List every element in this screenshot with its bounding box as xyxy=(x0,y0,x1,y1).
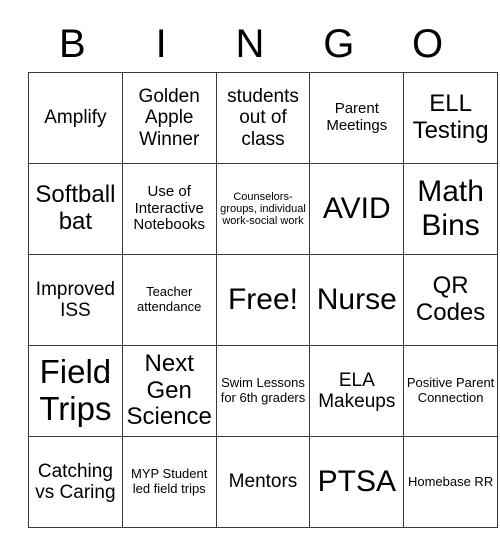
bingo-cell[interactable]: Counselors-groups, individual work-socia… xyxy=(215,163,311,255)
bingo-cell[interactable]: Positive Parent Connection xyxy=(403,345,498,437)
bingo-cell[interactable]: Mentors xyxy=(215,436,311,528)
bingo-cell[interactable]: Golden Apple Winner xyxy=(121,72,217,164)
bingo-cell[interactable]: Catching vs Caring xyxy=(28,436,123,528)
header-letter-n: N xyxy=(235,22,265,66)
bingo-cell[interactable]: Homebase RR xyxy=(403,436,498,528)
bingo-row: Softball bat Use of Interactive Notebook… xyxy=(28,163,498,255)
header-letter-g: G xyxy=(323,22,355,66)
bingo-cell[interactable]: Use of Interactive Notebooks xyxy=(121,163,217,255)
bingo-cell-free[interactable]: Free! xyxy=(215,254,311,346)
header-letter-b: B xyxy=(59,22,86,66)
bingo-cell[interactable]: PTSA xyxy=(309,436,405,528)
bingo-cell[interactable]: students out of class xyxy=(215,72,311,164)
header-letter-i: I xyxy=(155,22,167,66)
bingo-cell[interactable]: MYP Student led field trips xyxy=(121,436,217,528)
bingo-header-row: B I N G O xyxy=(28,16,472,72)
bingo-cell[interactable]: Math Bins xyxy=(403,163,498,255)
bingo-cell[interactable]: ELL Testing xyxy=(403,72,498,164)
bingo-cell[interactable]: QR Codes xyxy=(403,254,498,346)
bingo-cell[interactable]: AVID xyxy=(309,163,405,255)
bingo-cell[interactable]: Field Trips xyxy=(28,345,123,437)
bingo-cell[interactable]: Swim Lessons for 6th graders xyxy=(215,345,311,437)
bingo-cell[interactable]: Improved ISS xyxy=(28,254,123,346)
bingo-cell[interactable]: Teacher attendance xyxy=(121,254,217,346)
bingo-cell[interactable]: Parent Meetings xyxy=(309,72,405,164)
bingo-card: B I N G O Amplify Golden Apple Winner st… xyxy=(28,16,498,528)
bingo-cell[interactable]: Nurse xyxy=(309,254,405,346)
bingo-cell[interactable]: Softball bat xyxy=(28,163,123,255)
bingo-cell[interactable]: Amplify xyxy=(28,72,123,164)
bingo-grid: Amplify Golden Apple Winner students out… xyxy=(28,72,498,528)
bingo-row: Catching vs Caring MYP Student led field… xyxy=(28,436,498,528)
bingo-row: Amplify Golden Apple Winner students out… xyxy=(28,72,498,164)
header-letter-o: O xyxy=(412,22,444,66)
bingo-row: Improved ISS Teacher attendance Free! Nu… xyxy=(28,254,498,346)
bingo-cell[interactable]: ELA Makeups xyxy=(309,345,405,437)
bingo-cell[interactable]: Next Gen Science xyxy=(121,345,217,437)
bingo-row: Field Trips Next Gen Science Swim Lesson… xyxy=(28,345,498,437)
